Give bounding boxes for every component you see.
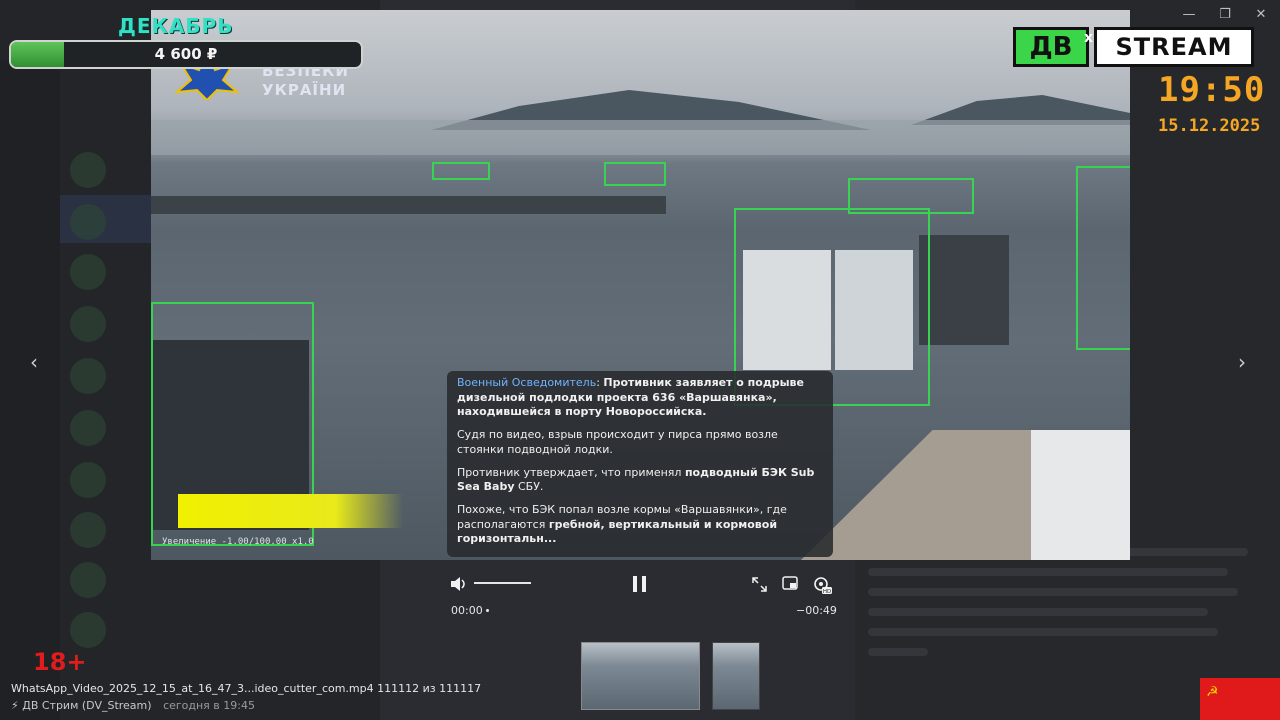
age-rating: 18+ [33,648,87,676]
avatar [70,410,106,446]
detection-box [432,162,490,180]
media-author[interactable]: ⚡ ДВ Стрим (DV_Stream) [11,699,152,712]
ghost-text [868,608,1208,616]
stream-clock: 19:50 [1158,70,1266,110]
avatar [70,204,106,240]
settings-gear-icon[interactable]: HD [812,575,832,595]
hammer-sickle-icon: ☭ [1206,684,1219,700]
avatar [70,462,106,498]
overlay-ribbon [178,494,403,528]
caption-author[interactable]: Военный Осведомитель [457,376,596,389]
seek-bar[interactable] [486,609,489,612]
remaining-time: −00:49 [796,604,837,617]
ghost-text [868,648,928,656]
caption-paragraph: Судя по видео, взрыв происходит у пирса … [457,428,778,456]
file-info: WhatsApp_Video_2025_12_15_at_16_47_3...i… [11,682,481,695]
ghost-text [868,568,1228,576]
media-counter: 111112 из 111117 [377,682,482,695]
restore-icon[interactable]: ❐ [1210,6,1240,24]
stream-logo-right: STREAM [1094,27,1254,67]
detection-box [1076,166,1130,350]
media-sent-time: сегодня в 19:45 [163,699,255,712]
close-icon[interactable]: ✕ [1246,6,1276,24]
next-media-icon[interactable]: › [1238,350,1246,374]
avatar [70,306,106,342]
detection-box [604,162,666,186]
avatar [70,152,106,188]
video-caption: Военный Осведомитель: Противник заявляет… [447,371,833,557]
pause-button[interactable] [631,575,649,593]
avatar [70,562,106,598]
file-name: WhatsApp_Video_2025_12_15_at_16_47_3...i… [11,682,374,695]
current-time: 00:00 [451,604,483,617]
volume-icon[interactable] [450,576,468,592]
caption-text: СБУ. [514,480,544,493]
stream-date: 15.12.2025 [1158,116,1261,136]
avatar [70,612,106,648]
donation-month: ДЕКАБРЬ [118,14,234,38]
media-author-line[interactable]: ⚡ ДВ Стрим (DV_Stream) сегодня в 19:45 [11,699,255,712]
donation-progress-bar: 4 600 ₽ [9,40,363,69]
ghost-text [868,628,1218,636]
caption-text: Противник утверждает, что применял [457,465,685,479]
volume-slider[interactable] [474,582,531,584]
avatar [70,512,106,548]
stream-logo-left: ДВ [1013,27,1089,67]
picture-in-picture-icon[interactable] [782,576,798,591]
stream-logo-x: x [1084,30,1094,46]
ghost-text [868,588,1238,596]
avatar [70,358,106,394]
pause-icon [633,576,637,592]
hd-badge: HD [823,589,831,595]
media-thumbnail[interactable] [712,642,760,710]
folders-column [0,60,60,720]
pause-icon-bar [642,576,646,592]
media-thumbnail-current[interactable] [581,642,700,710]
donation-amount: 4 600 ₽ [154,45,218,63]
avatar [70,254,106,290]
minimize-icon[interactable]: — [1174,6,1204,24]
camera-zoom-text: Увеличение -1.00/100.00 x1.0 [162,537,314,547]
previous-media-icon[interactable]: ‹ [30,350,38,374]
fullscreen-icon[interactable] [752,577,767,592]
